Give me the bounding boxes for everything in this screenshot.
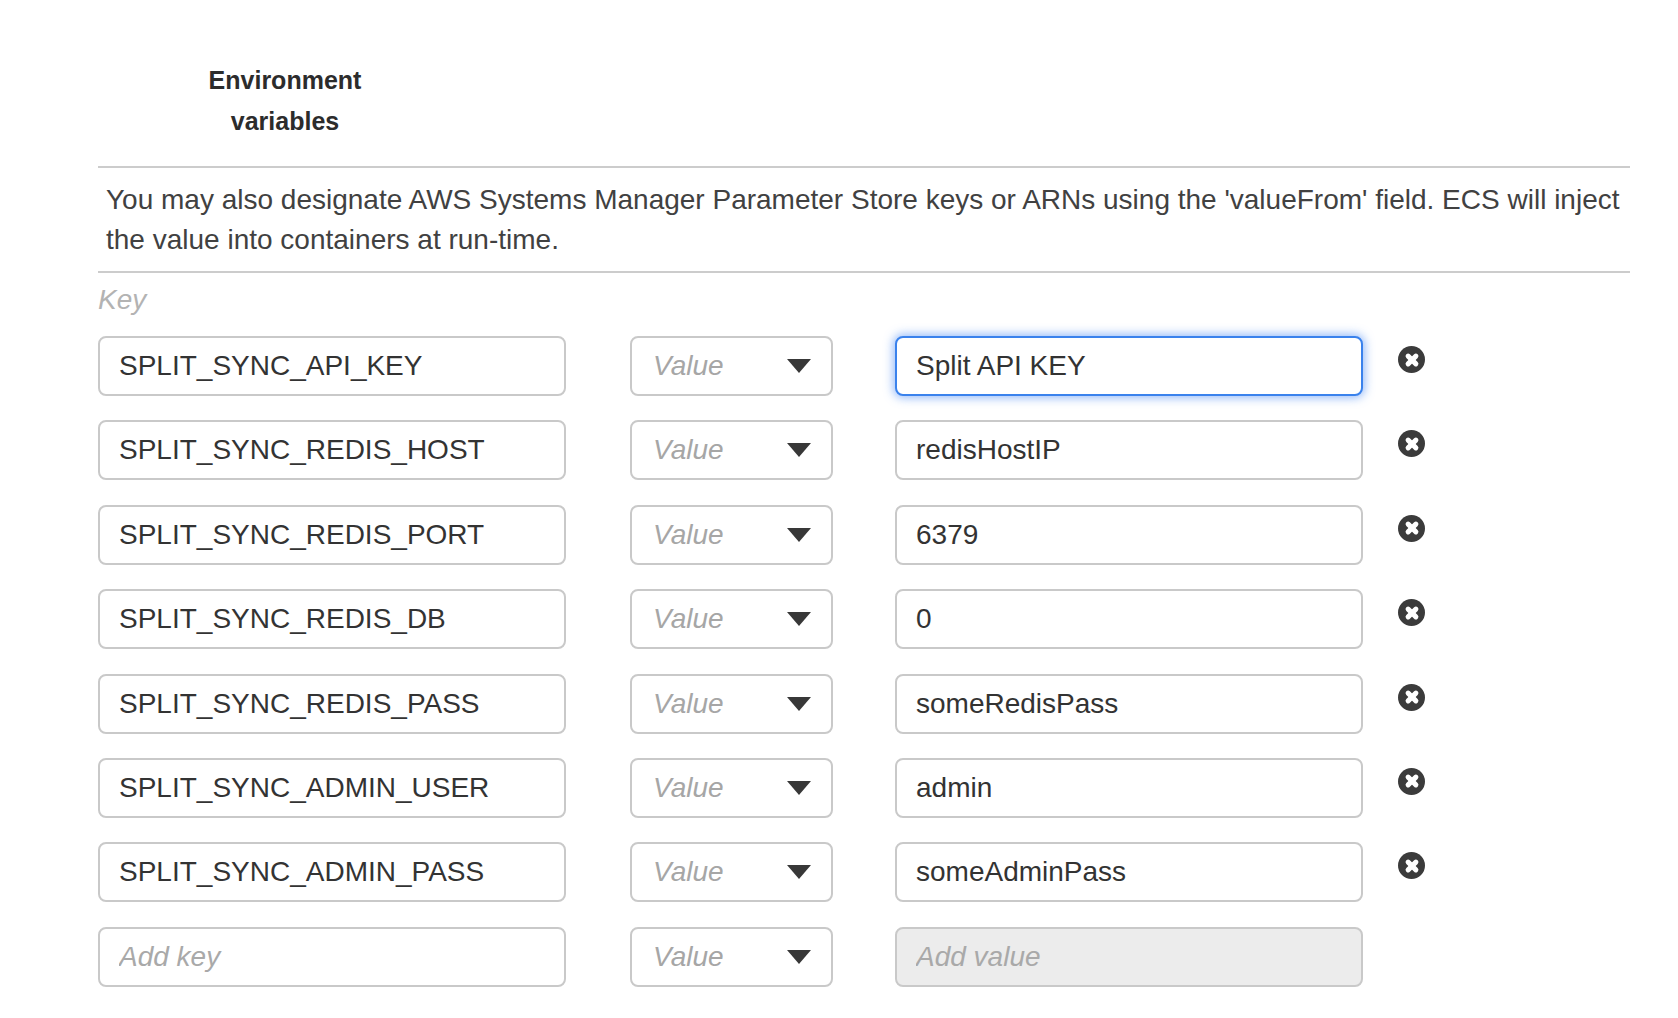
value-type-select[interactable]: Value bbox=[630, 420, 833, 480]
env-var-row: Value bbox=[98, 336, 1425, 396]
key-input[interactable] bbox=[98, 674, 566, 734]
value-type-label: Value bbox=[653, 350, 724, 382]
remove-row-button[interactable] bbox=[1398, 346, 1425, 373]
key-input[interactable] bbox=[98, 336, 566, 396]
key-input[interactable] bbox=[98, 842, 566, 902]
remove-row-button[interactable] bbox=[1398, 852, 1425, 879]
value-input[interactable] bbox=[895, 674, 1363, 734]
value-type-select[interactable]: Value bbox=[630, 842, 833, 902]
environment-variables-label: Environment variables bbox=[185, 60, 385, 142]
env-var-row: Value bbox=[98, 674, 1425, 734]
remove-row-button[interactable] bbox=[1398, 768, 1425, 795]
key-input[interactable] bbox=[98, 420, 566, 480]
chevron-down-icon bbox=[787, 781, 811, 795]
key-column-label: Key bbox=[98, 284, 146, 316]
remove-row-button[interactable] bbox=[1398, 599, 1425, 626]
value-input[interactable] bbox=[895, 589, 1363, 649]
value-type-select[interactable]: Value bbox=[630, 927, 833, 987]
value-type-select[interactable]: Value bbox=[630, 336, 833, 396]
chevron-down-icon bbox=[787, 612, 811, 626]
value-type-label: Value bbox=[653, 688, 724, 720]
env-var-row: Value bbox=[98, 758, 1425, 818]
value-type-select[interactable]: Value bbox=[630, 758, 833, 818]
chevron-down-icon bbox=[787, 865, 811, 879]
chevron-down-icon bbox=[787, 950, 811, 964]
env-var-row: Value bbox=[98, 505, 1425, 565]
value-type-select[interactable]: Value bbox=[630, 589, 833, 649]
value-input[interactable] bbox=[895, 336, 1363, 396]
description-text: You may also designate AWS Systems Manag… bbox=[106, 180, 1630, 260]
env-var-row: Value bbox=[98, 927, 1425, 987]
value-type-label: Value bbox=[653, 434, 724, 466]
key-input[interactable] bbox=[98, 589, 566, 649]
value-type-label: Value bbox=[653, 603, 724, 635]
chevron-down-icon bbox=[787, 528, 811, 542]
key-input[interactable] bbox=[98, 927, 566, 987]
value-type-select[interactable]: Value bbox=[630, 674, 833, 734]
remove-row-button[interactable] bbox=[1398, 430, 1425, 457]
env-var-row: Value bbox=[98, 589, 1425, 649]
key-input[interactable] bbox=[98, 758, 566, 818]
key-input[interactable] bbox=[98, 505, 566, 565]
value-type-label: Value bbox=[653, 941, 724, 973]
divider-bottom bbox=[98, 271, 1630, 273]
value-type-label: Value bbox=[653, 519, 724, 551]
chevron-down-icon bbox=[787, 359, 811, 373]
chevron-down-icon bbox=[787, 443, 811, 457]
chevron-down-icon bbox=[787, 697, 811, 711]
remove-row-button[interactable] bbox=[1398, 684, 1425, 711]
value-input[interactable] bbox=[895, 758, 1363, 818]
value-type-label: Value bbox=[653, 772, 724, 804]
env-var-row: Value bbox=[98, 842, 1425, 902]
env-var-rows: Value Value Value Value bbox=[98, 336, 1425, 1011]
value-input[interactable] bbox=[895, 842, 1363, 902]
env-var-row: Value bbox=[98, 420, 1425, 480]
value-input[interactable] bbox=[895, 420, 1363, 480]
value-input[interactable] bbox=[895, 927, 1363, 987]
divider-top bbox=[98, 166, 1630, 168]
remove-row-button[interactable] bbox=[1398, 515, 1425, 542]
value-type-label: Value bbox=[653, 856, 724, 888]
value-type-select[interactable]: Value bbox=[630, 505, 833, 565]
value-input[interactable] bbox=[895, 505, 1363, 565]
